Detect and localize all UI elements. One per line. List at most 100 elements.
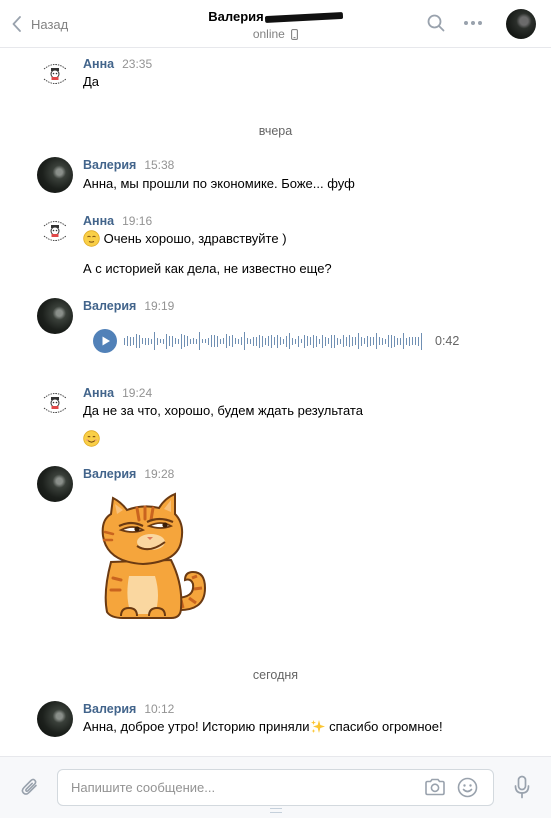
message-text-line: Анна, доброе утро! Историю приняли спаси… <box>83 719 443 735</box>
waveform-bar <box>259 334 260 348</box>
waveform-bar <box>226 334 227 348</box>
voice-duration: 0:42 <box>435 334 460 348</box>
message-time[interactable]: 23:35 <box>122 57 152 71</box>
waveform-bar <box>337 337 338 345</box>
message-time[interactable]: 19:19 <box>144 299 174 313</box>
waveform-bar <box>202 339 203 343</box>
author-name[interactable]: Валерия <box>83 299 136 313</box>
author-name[interactable]: Валерия <box>83 158 136 172</box>
redaction-mark <box>264 12 343 24</box>
waveform-bar <box>376 333 377 349</box>
microphone-icon[interactable] <box>513 775 531 799</box>
waveform-bar <box>415 337 416 345</box>
waveform-bar <box>403 333 404 349</box>
waveform-bar <box>421 332 422 350</box>
waveform-bar <box>358 333 359 349</box>
waveform-bar <box>208 337 209 345</box>
waveform-bar <box>139 334 140 348</box>
voice-play-button[interactable] <box>93 329 117 353</box>
waveform-bar <box>133 337 134 345</box>
message-time[interactable]: 15:38 <box>144 158 174 172</box>
waveform-bar <box>124 337 125 345</box>
author-name[interactable]: Валерия <box>83 702 136 716</box>
online-status: online <box>0 27 551 41</box>
waveform-bar <box>304 334 305 348</box>
waveform-bar <box>175 338 176 344</box>
waveform-bar <box>145 337 146 345</box>
waveform-bar <box>328 338 329 344</box>
avatar-valeria[interactable] <box>37 466 73 502</box>
message-time[interactable]: 19:16 <box>122 214 152 228</box>
message-time[interactable]: 19:28 <box>144 467 174 481</box>
waveform-bar <box>166 333 167 349</box>
avatar-anna[interactable] <box>37 213 73 249</box>
author-name[interactable]: Анна <box>83 214 114 228</box>
waveform-bar <box>127 336 128 346</box>
waveform-bar <box>352 336 353 346</box>
waveform-bar <box>385 338 386 344</box>
message-meta: Анна 23:35 <box>83 57 152 71</box>
voice-waveform[interactable] <box>124 331 422 351</box>
avatar-valeria[interactable] <box>37 701 73 737</box>
avatar-valeria[interactable] <box>37 157 73 193</box>
date-divider: вчера <box>258 124 293 138</box>
resize-grip[interactable] <box>270 808 282 813</box>
message-text: Да <box>83 74 100 89</box>
waveform-bar <box>289 333 290 349</box>
message-text-line: Очень хорошо, здравствуйте ) <box>83 230 287 247</box>
waveform-bar <box>391 334 392 348</box>
waveform-bar <box>253 336 254 346</box>
anna-logo-icon <box>43 393 67 413</box>
more-dots-icon[interactable] <box>463 20 483 26</box>
search-icon[interactable] <box>427 14 445 32</box>
waveform-bar <box>298 335 299 347</box>
waveform-bar <box>370 336 371 346</box>
message-time[interactable]: 10:12 <box>144 702 174 716</box>
waveform-bar <box>271 334 272 348</box>
waveform-bar <box>250 338 251 344</box>
avatar-anna[interactable] <box>37 56 73 92</box>
relieved-face-emoji-icon <box>83 230 100 247</box>
waveform-bar <box>136 334 137 348</box>
waveform-bar <box>205 339 206 343</box>
waveform-bar <box>238 338 239 344</box>
waveform-bar <box>283 338 284 344</box>
message-meta: Валерия 15:38 <box>83 158 174 172</box>
waveform-bar <box>277 334 278 348</box>
message-text: Очень хорошо, здравствуйте ) <box>103 231 287 246</box>
message-text: Анна, мы прошли по экономике. Боже... фу… <box>83 176 355 191</box>
message-history: Анна 23:35 Да вчера Валерия 15:38 Анна, мы… <box>0 48 551 756</box>
waveform-bar <box>331 334 332 348</box>
waveform-bar <box>349 335 350 347</box>
anna-logo-icon <box>43 221 67 241</box>
avatar-anna[interactable] <box>37 385 73 421</box>
waveform-bar <box>301 339 302 343</box>
waveform-bar <box>394 335 395 347</box>
avatar-valeria[interactable] <box>37 298 73 334</box>
paperclip-icon[interactable] <box>19 776 41 798</box>
author-name[interactable]: Анна <box>83 57 114 71</box>
sticker-ginger-cat[interactable] <box>93 492 215 622</box>
message-time[interactable]: 19:24 <box>122 386 152 400</box>
waveform-bar <box>355 337 356 345</box>
waveform-bar <box>382 337 383 345</box>
waveform-bar <box>280 337 281 345</box>
waveform-bar <box>316 335 317 347</box>
waveform-bar <box>172 335 173 347</box>
header-avatar[interactable] <box>506 9 536 39</box>
camera-icon[interactable] <box>424 778 446 796</box>
author-name[interactable]: Анна <box>83 386 114 400</box>
message-meta: Валерия 19:28 <box>83 467 174 481</box>
smile-icon[interactable] <box>457 777 478 798</box>
author-name[interactable]: Валерия <box>83 467 136 481</box>
waveform-bar <box>169 336 170 346</box>
waveform-bar <box>343 335 344 347</box>
waveform-bar <box>211 335 212 347</box>
waveform-bar <box>406 337 407 345</box>
waveform-bar <box>319 338 320 344</box>
waveform-bar <box>412 337 413 345</box>
waveform-bar <box>244 332 245 350</box>
mobile-phone-icon <box>291 29 299 40</box>
message-meta: Анна 19:16 <box>83 214 152 228</box>
anna-logo-icon <box>43 64 67 84</box>
